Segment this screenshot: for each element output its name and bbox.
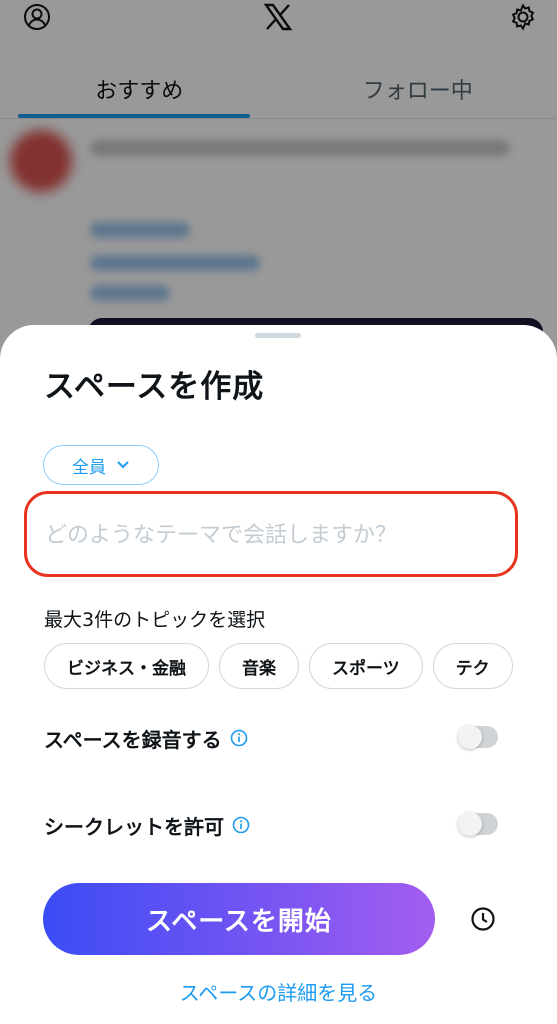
incognito-label: シークレットを許可 (44, 814, 224, 839)
audience-selector[interactable]: 全員 (43, 445, 159, 485)
space-details-link[interactable]: スペースの詳細を見る (0, 977, 557, 1006)
sheet-grabber[interactable] (255, 333, 301, 338)
topic-chips: ビジネス・金融 音楽 スポーツ テク (44, 643, 514, 693)
topic-chip-music[interactable]: 音楽 (219, 643, 299, 689)
topic-input[interactable] (43, 514, 497, 556)
topics-label: 最大3件のトピックを選択 (44, 609, 266, 631)
topic-chip-business[interactable]: ビジネス・金融 (44, 643, 209, 689)
chevron-down-icon (116, 455, 130, 475)
topic-chip-sports[interactable]: スポーツ (309, 643, 423, 689)
sheet-title: スペースを作成 (44, 369, 265, 405)
clock-icon[interactable] (469, 905, 497, 933)
incognito-row: シークレットを許可 (44, 805, 504, 845)
audience-label: 全員 (72, 457, 106, 478)
record-space-label: スペースを録音する (44, 727, 222, 752)
info-icon[interactable] (230, 729, 248, 747)
info-icon[interactable] (232, 816, 250, 834)
topic-input-highlight (24, 491, 518, 577)
record-space-row: スペースを録音する (44, 718, 504, 758)
create-space-sheet: スペースを作成 全員 最大3件のトピックを選択 ビジネス・金融 音楽 スポーツ … (0, 325, 557, 1024)
record-space-toggle[interactable] (458, 725, 498, 749)
incognito-toggle[interactable] (458, 812, 498, 836)
topic-chip-tech[interactable]: テク (432, 643, 513, 689)
start-space-button[interactable]: スペースを開始 (43, 883, 435, 955)
